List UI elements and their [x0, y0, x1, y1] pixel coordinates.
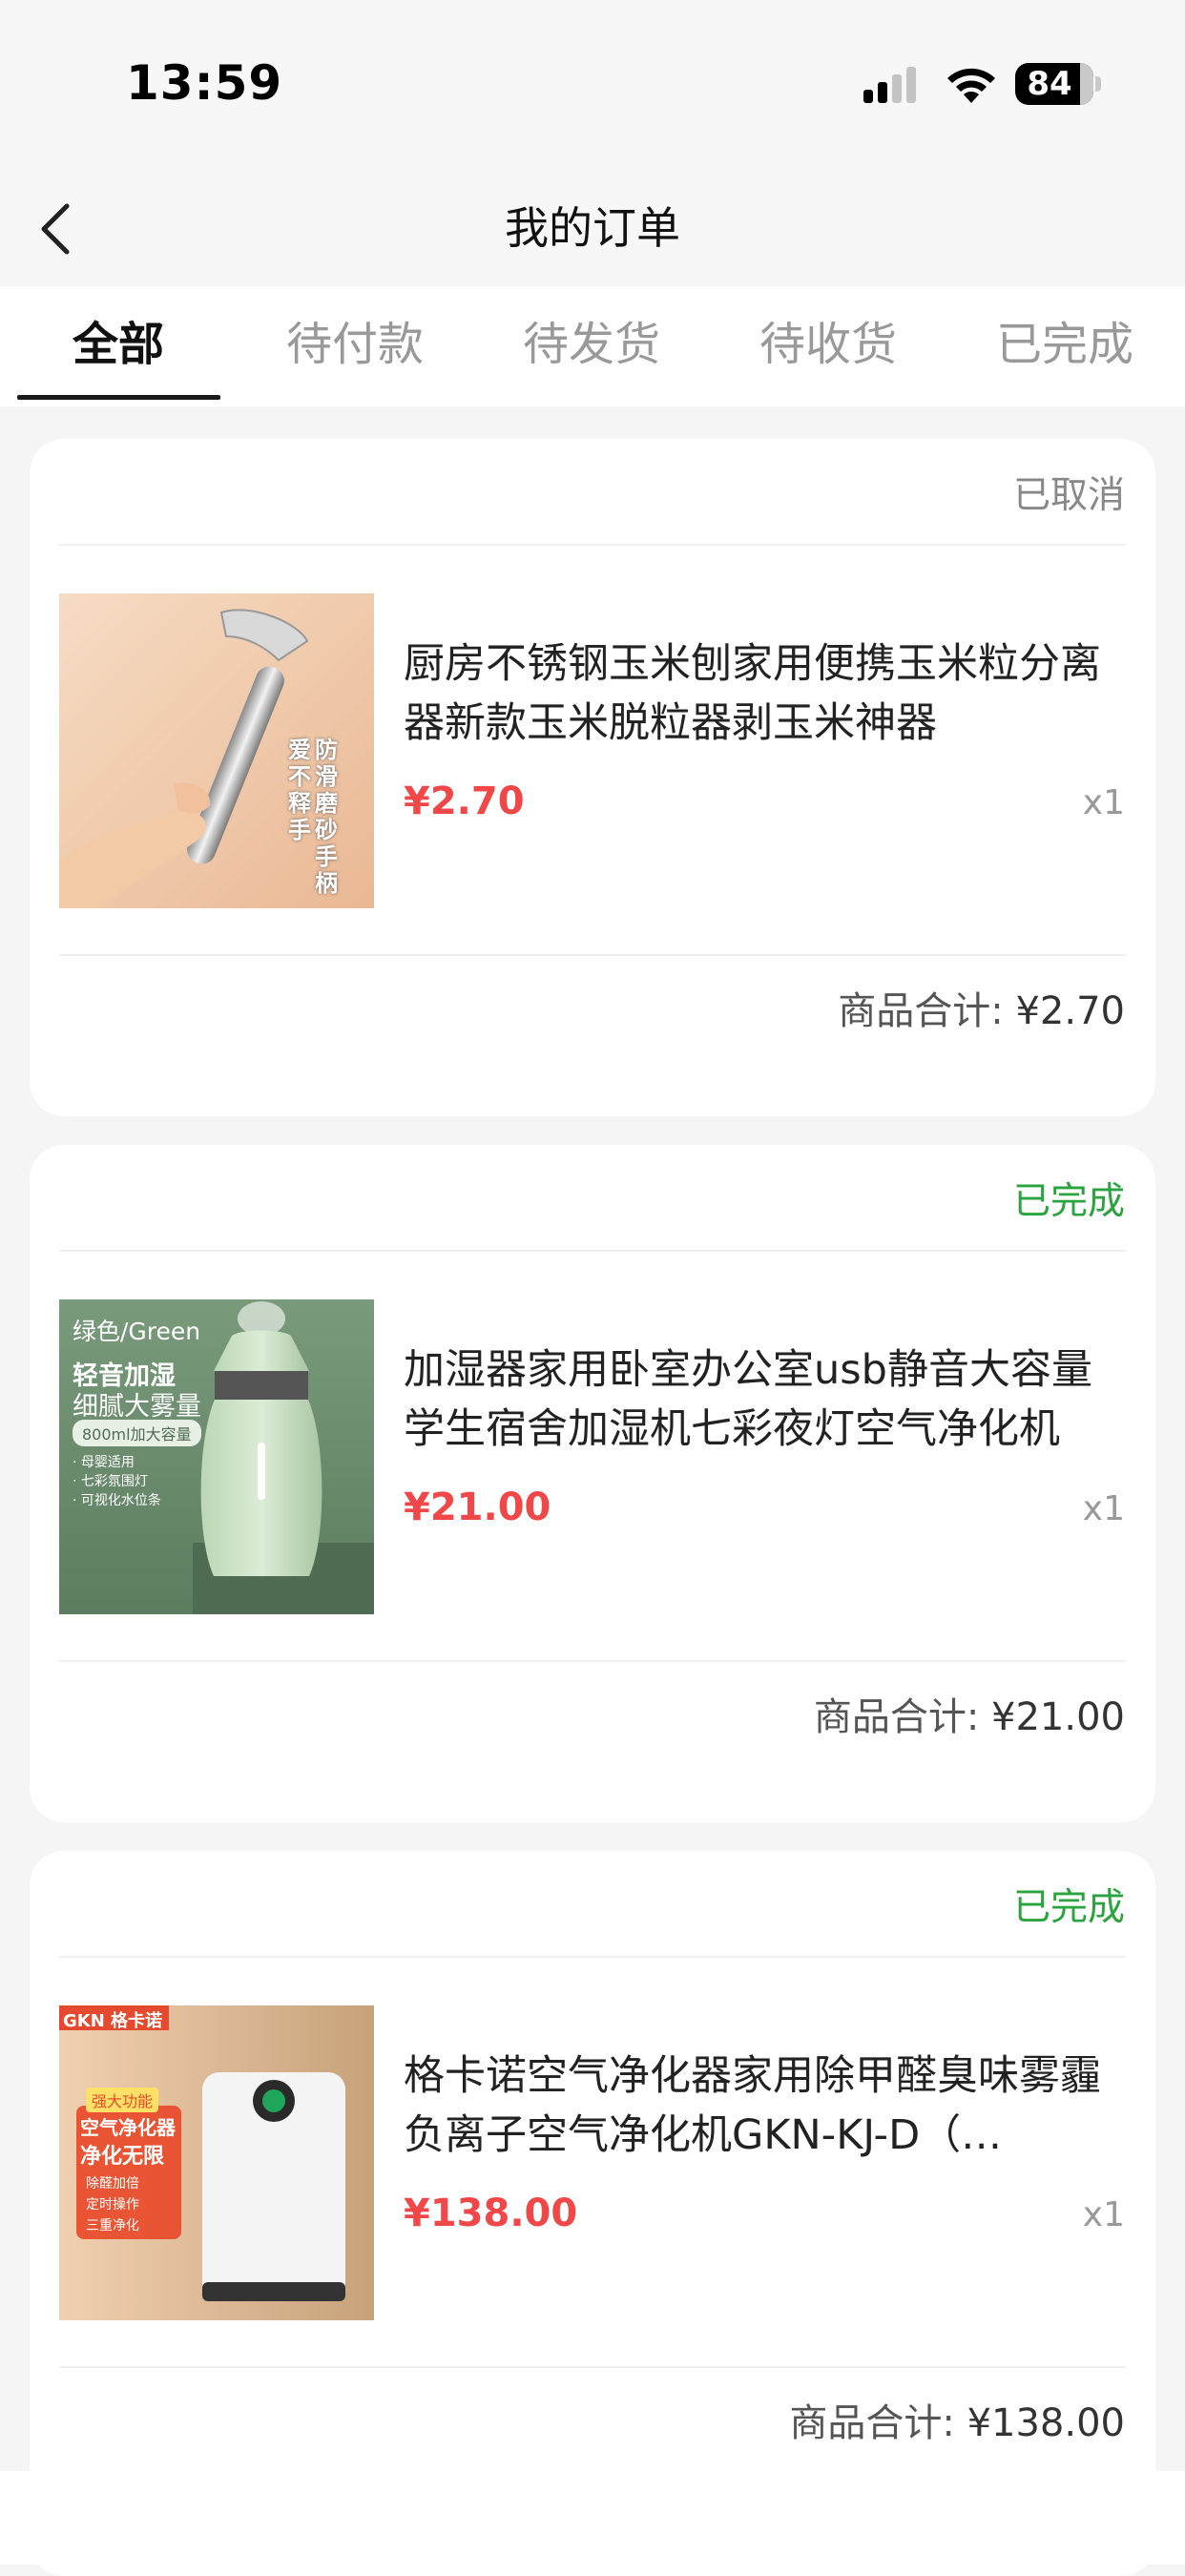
order-total-value: ¥21.00 [991, 1695, 1125, 1739]
divider [59, 1956, 1126, 1958]
tab-pending-payment[interactable]: 待付款 [237, 311, 473, 378]
product-quantity: x1 [1082, 783, 1125, 822]
product-title[interactable]: 加湿器家用卧室办公室usb静音大容量学生宿舍加湿机七彩夜灯空气净化机 [404, 1340, 1129, 1459]
order-card[interactable]: 已完成 GKN 格卡诺 强大功能 空气净化器 净化无限 除醛加倍 定时操作 三重… [30, 1851, 1155, 2576]
image-headline-2: 细腻大雾量 [73, 1392, 201, 1422]
image-feature-3: 三重净化 [86, 2218, 139, 2233]
divider [59, 544, 1126, 546]
image-brand: GKN 格卡诺 [63, 2011, 163, 2031]
order-total-value: ¥138.00 [967, 2401, 1125, 2445]
divider [59, 954, 1126, 956]
battery-level: 84 [1027, 65, 1072, 103]
product-image[interactable]: 绿色/Green 轻音加湿 细腻大雾量 800ml加大容量 · 母婴适用 · 七… [59, 1299, 374, 1614]
order-status: 已完成 [1012, 1886, 1125, 1929]
cellular-signal-icon [863, 67, 916, 103]
product-image[interactable]: 防滑磨砂手柄 爱不释手 [59, 593, 374, 908]
order-status: 已取消 [1012, 474, 1125, 517]
status-time: 13:59 [126, 55, 283, 111]
product-quantity: x1 [1082, 2195, 1125, 2234]
image-tag-1: 强大功能 [86, 2088, 159, 2112]
product-price: ¥138.00 [404, 2192, 578, 2235]
image-caption-1: 防滑磨砂手柄 [315, 737, 338, 897]
image-bullet-3: · 可视化水位条 [73, 1493, 161, 1508]
order-total: 商品合计: ¥21.00 [814, 1689, 1125, 1746]
product-quantity: x1 [1082, 1489, 1125, 1528]
image-tag-2: 空气净化器 [80, 2116, 176, 2139]
order-total: 商品合计: ¥2.70 [838, 983, 1125, 1040]
image-feature-2: 定时操作 [86, 2197, 139, 2212]
order-total-value: ¥2.70 [1015, 989, 1125, 1033]
image-color-label: 绿色/Green [73, 1318, 201, 1345]
product-price: ¥21.00 [404, 1485, 551, 1529]
image-feature-1: 除醛加倍 [86, 2176, 139, 2192]
tab-completed[interactable]: 已完成 [946, 311, 1183, 378]
image-bullet-2: · 七彩氛围灯 [73, 1474, 148, 1489]
order-card[interactable]: 已取消 防滑磨砂手柄 爱不释手 厨房不锈钢玉米刨家用便携玉米粒分离器新款玉米脱粒… [30, 439, 1155, 1116]
tab-indicator [17, 395, 220, 400]
divider [59, 1250, 1126, 1252]
product-image[interactable]: GKN 格卡诺 强大功能 空气净化器 净化无限 除醛加倍 定时操作 三重净化 [59, 2005, 374, 2320]
order-total-label: 商品合计: [838, 989, 1004, 1033]
product-title[interactable]: 厨房不锈钢玉米刨家用便携玉米粒分离器新款玉米脱粒器剥玉米神器 [404, 634, 1129, 753]
bottom-safe-area [0, 2471, 1185, 2565]
divider [59, 1660, 1126, 1662]
product-price: ¥2.70 [404, 779, 525, 823]
tab-pending-shipment[interactable]: 待发货 [473, 311, 710, 378]
order-tabs: 全部 待付款 待发货 待收货 已完成 [0, 286, 1185, 406]
image-tag-3: 净化无限 [80, 2145, 165, 2169]
order-status: 已完成 [1012, 1180, 1125, 1223]
image-bullet-1: · 母婴适用 [73, 1455, 135, 1470]
product-title[interactable]: 格卡诺空气净化器家用除甲醛臭味雾霾负离子空气净化机GKN-KJ-D（… [404, 2046, 1129, 2165]
image-caption-2: 爱不释手 [288, 737, 311, 843]
battery-icon: 84 [1015, 63, 1101, 105]
tab-all[interactable]: 全部 [0, 311, 237, 378]
order-total-label: 商品合计: [813, 1695, 980, 1739]
wifi-icon [947, 68, 995, 103]
order-total-label: 商品合计: [789, 2401, 955, 2445]
order-card[interactable]: 已完成 绿色/Green 轻音加湿 细腻大雾量 800ml加大容量 · 母婴适用… [30, 1145, 1155, 1822]
image-badge: 800ml加大容量 [73, 1420, 201, 1446]
page-title: 我的订单 [505, 202, 680, 254]
divider [59, 2366, 1126, 2368]
nav-bar: 我的订单 [0, 172, 1185, 286]
status-bar: 13:59 84 [0, 0, 1185, 172]
tab-pending-receipt[interactable]: 待收货 [710, 311, 946, 378]
order-total: 商品合计: ¥138.00 [789, 2395, 1125, 2452]
